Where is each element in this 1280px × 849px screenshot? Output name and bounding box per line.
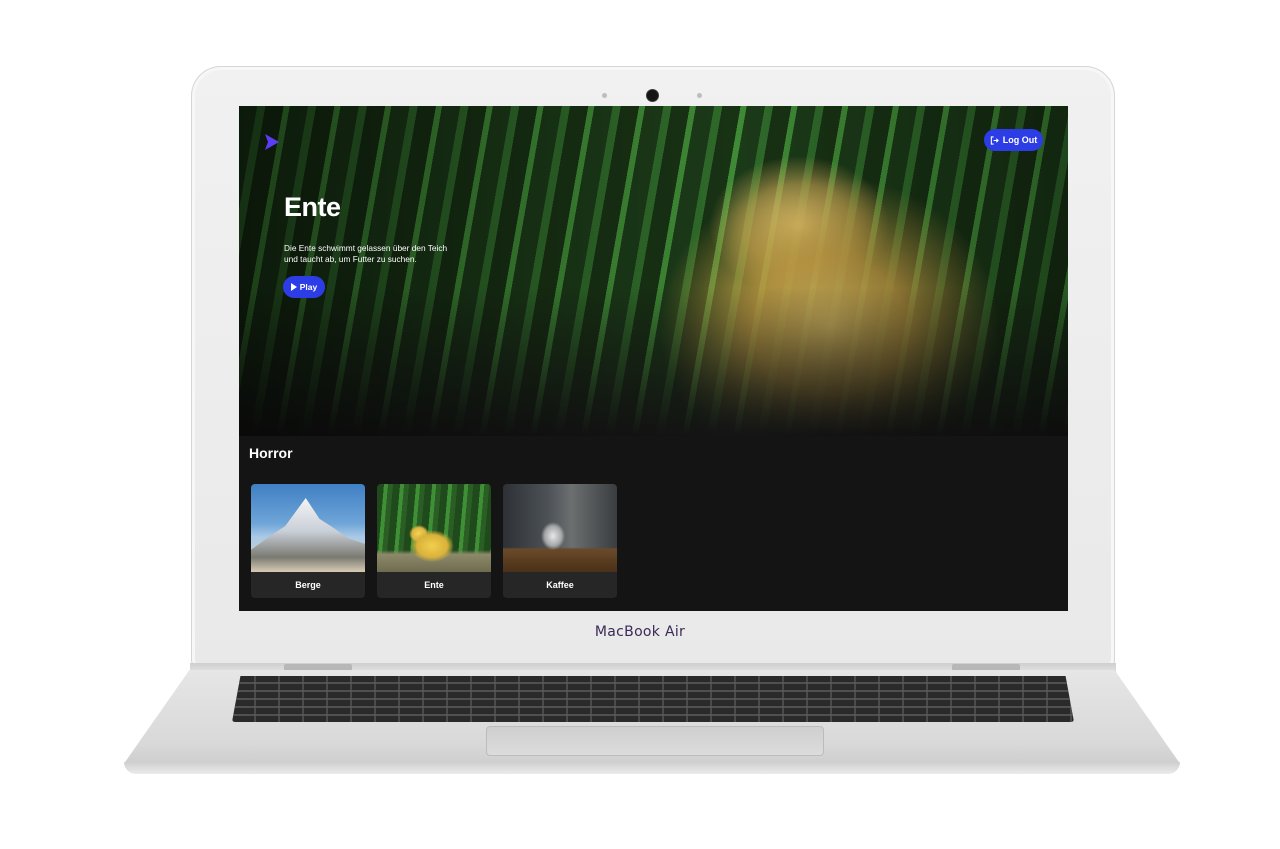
video-card-kaffee[interactable]: Kaffee [503,484,617,598]
sensor-dot [697,93,702,98]
keyboard [232,676,1074,722]
chevron-logo-icon[interactable] [263,132,281,152]
device-brand-label: MacBook Air [594,624,686,640]
webcam [646,89,659,102]
trackpad [486,726,824,756]
logout-icon [990,135,999,145]
video-card-label: Kaffee [546,580,574,590]
video-card-berge[interactable]: Berge [251,484,365,598]
play-button[interactable]: Play [283,276,325,298]
play-label: Play [299,282,318,292]
hero-overlay [239,106,1068,436]
hinge-tab [952,664,1020,671]
video-card-label: Berge [295,580,321,590]
video-card-label: Ente [424,580,444,590]
hero-description: Die Ente schwimmt gelassen über den Teic… [284,243,448,264]
laptop-mockup: Log Out Ente Die Ente schwimmt gelassen … [0,0,1280,849]
video-card-row: Berge Ente Kaffee [251,484,617,598]
video-thumbnail [503,484,617,572]
hinge-tab [284,664,352,671]
laptop-base-edge [124,762,1180,774]
logout-label: Log Out [1002,135,1038,145]
sensor-dot [602,93,607,98]
hero-title: Ente [284,192,341,222]
play-icon [290,283,297,291]
category-row-title: Horror [249,445,293,461]
video-thumbnail [377,484,491,572]
video-thumbnail [251,484,365,572]
app-screen: Log Out Ente Die Ente schwimmt gelassen … [239,106,1068,611]
logout-button[interactable]: Log Out [984,129,1043,151]
video-card-ente[interactable]: Ente [377,484,491,598]
